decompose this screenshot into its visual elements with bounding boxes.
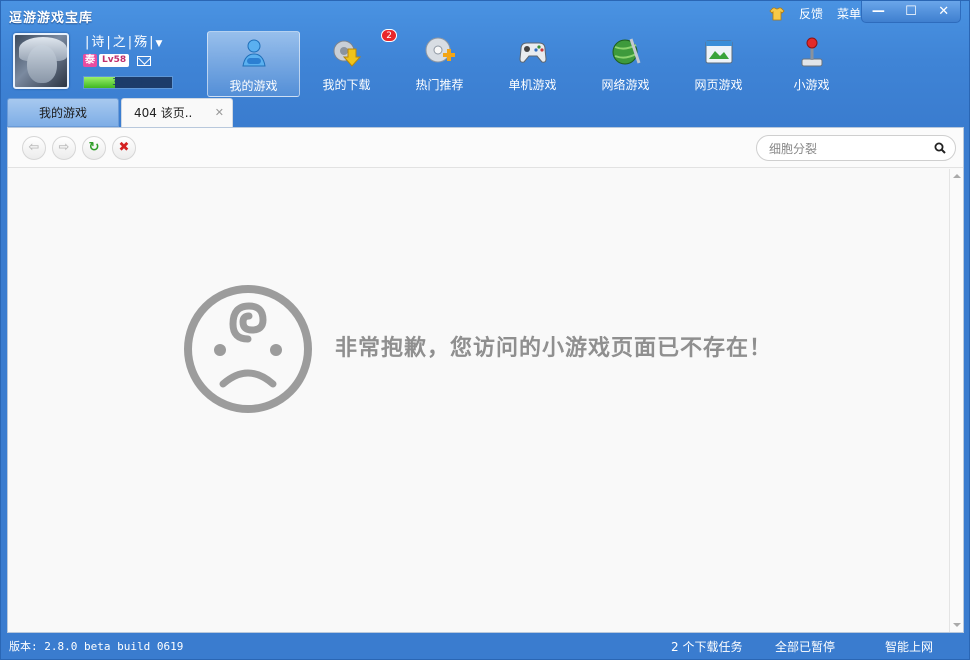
nav-my-games[interactable]: 我的游戏 xyxy=(207,31,300,97)
nav-label: 我的游戏 xyxy=(229,79,278,93)
vertical-scrollbar[interactable] xyxy=(949,169,963,632)
search-icon[interactable] xyxy=(934,142,946,154)
sad-face-icon xyxy=(184,285,312,413)
nav-online-games[interactable]: 网络游戏 xyxy=(579,31,672,97)
app-window: 逗游游戏宝库 反馈 菜单 — ☐ ✕ |诗|之|殇|▼ 泰 Lv58 31119 xyxy=(0,0,970,660)
chevron-down-icon[interactable]: ▼ xyxy=(156,39,165,49)
nav-label: 网页游戏 xyxy=(694,78,743,92)
vip-badge[interactable]: 泰 xyxy=(83,54,97,67)
nav-label: 我的下载 xyxy=(322,78,371,92)
nav-label: 小游戏 xyxy=(793,78,830,92)
exp-text: 31119 xyxy=(112,77,144,88)
search-box xyxy=(756,135,956,161)
content-panel: ⇦ ⇨ ↻ ✖ 非常抱歉，您访问的小游戏页面已不存在！ xyxy=(7,127,964,633)
scroll-down-icon[interactable] xyxy=(953,623,961,627)
nav-web-games[interactable]: 网页游戏 xyxy=(672,31,765,97)
tab-label: 404 该页.. xyxy=(134,106,193,120)
level-row: 泰 Lv58 xyxy=(83,54,152,67)
mail-icon[interactable] xyxy=(137,55,152,66)
nav-label: 热门推荐 xyxy=(415,78,464,92)
close-button[interactable]: ✕ xyxy=(933,4,955,19)
top-links: 反馈 菜单 xyxy=(769,5,861,22)
refresh-button[interactable]: ↻ xyxy=(82,136,106,160)
app-title: 逗游游戏宝库 xyxy=(9,11,94,26)
stop-icon: ✖ xyxy=(118,140,130,155)
close-tab-icon[interactable]: ✕ xyxy=(215,99,224,127)
maximize-button[interactable]: ☐ xyxy=(900,4,922,19)
nav-my-downloads[interactable]: 2 我的下载 xyxy=(300,29,397,97)
smart-network-link[interactable]: 智能上网 xyxy=(885,638,933,655)
feedback-link[interactable]: 反馈 xyxy=(799,5,823,22)
scroll-up-icon[interactable] xyxy=(953,174,961,178)
window-controls: — ☐ ✕ xyxy=(861,1,961,23)
skin-icon[interactable] xyxy=(769,7,785,21)
stop-button[interactable]: ✖ xyxy=(112,136,136,160)
search-input[interactable] xyxy=(769,140,919,157)
nav-label: 单机游戏 xyxy=(508,78,557,92)
recommend-icon xyxy=(425,37,455,63)
nav-label: 网络游戏 xyxy=(601,78,650,92)
tab-bar: 我的游戏 404 该页.. ✕ xyxy=(7,98,235,127)
user-name-text: |诗|之|殇| xyxy=(85,35,156,50)
forward-button[interactable]: ⇨ xyxy=(52,136,76,160)
level-badge: Lv58 xyxy=(99,54,130,67)
menu-link[interactable]: 菜单 xyxy=(837,5,861,22)
download-icon xyxy=(333,40,361,67)
web-game-icon xyxy=(705,40,732,64)
avatar[interactable] xyxy=(13,33,69,89)
download-tasks-link[interactable]: 2 个下载任务 xyxy=(671,638,742,655)
my-games-icon xyxy=(241,39,266,67)
back-button[interactable]: ⇦ xyxy=(22,136,46,160)
arrow-left-icon: ⇦ xyxy=(28,140,40,155)
tab-404-page[interactable]: 404 该页.. ✕ xyxy=(121,98,233,127)
nav-recommend[interactable]: 热门推荐 xyxy=(393,31,486,97)
browser-toolbar: ⇦ ⇨ ↻ ✖ xyxy=(8,128,963,168)
nav-mini-games[interactable]: 小游戏 xyxy=(765,31,858,97)
status-bar: 版本: 2.8.0 beta build 0619 2 个下载任务 全部已暂停 … xyxy=(1,633,969,659)
exp-bar: 31119 xyxy=(83,76,173,89)
main-nav: 我的游戏 2 我的下载 热门推荐 单机游戏 网络游戏 网页游戏 小游戏 xyxy=(207,29,858,97)
tab-my-games[interactable]: 我的游戏 xyxy=(7,98,119,127)
all-paused-link[interactable]: 全部已暂停 xyxy=(775,638,835,655)
joystick-icon xyxy=(801,37,822,67)
arrow-right-icon: ⇨ xyxy=(58,140,70,155)
user-name[interactable]: |诗|之|殇|▼ xyxy=(85,31,164,50)
nav-single-player[interactable]: 单机游戏 xyxy=(486,31,579,97)
gamepad-icon xyxy=(518,42,547,63)
error-message: 非常抱歉，您访问的小游戏页面已不存在！ xyxy=(335,335,773,361)
version-text: 版本: 2.8.0 beta build 0619 xyxy=(9,640,184,653)
online-game-icon xyxy=(612,38,640,65)
refresh-icon: ↻ xyxy=(88,140,100,155)
minimize-button[interactable]: — xyxy=(867,4,889,19)
